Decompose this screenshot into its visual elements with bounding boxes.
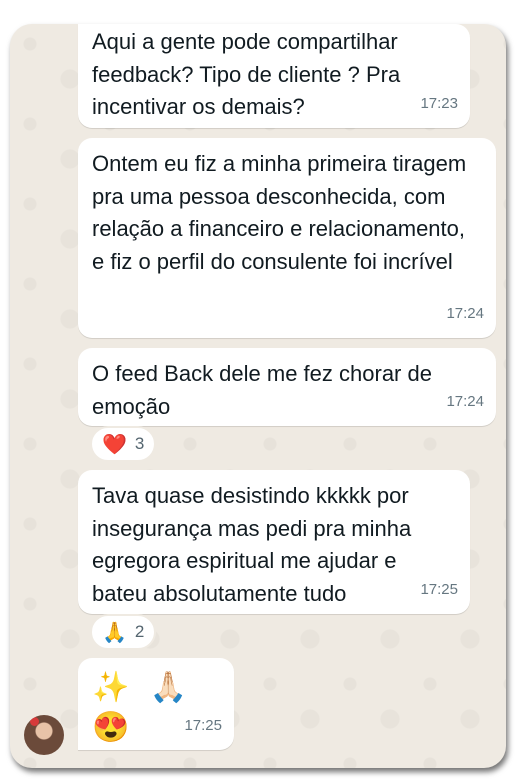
chat-window: Aqui a gente pode compartilhar feedback?… — [10, 24, 506, 768]
message-bubble[interactable]: Aqui a gente pode compartilhar feedback?… — [78, 24, 470, 128]
sender-avatar[interactable] — [24, 715, 64, 755]
message-bubble[interactable]: ✨ 🙏🏻 😍 17:25 — [78, 658, 234, 750]
reaction-count: 3 — [134, 434, 145, 453]
message-bubble[interactable]: Ontem eu fiz a minha primeira tiragem pr… — [78, 138, 496, 338]
message-time: 17:25 — [184, 716, 222, 734]
heart-reaction-icon: ❤️ — [102, 433, 127, 456]
message-text: O feed Back dele me fez chorar de emoção — [92, 361, 432, 419]
message-time: 17:24 — [446, 392, 484, 410]
message-reaction[interactable]: 🙏 2 — [90, 614, 157, 650]
message-time: 17:25 — [420, 580, 458, 598]
reaction-count: 2 — [134, 622, 145, 641]
message-reaction[interactable]: ❤️ 3 — [90, 426, 157, 462]
message-text: Ontem eu fiz a minha primeira tiragem pr… — [92, 151, 467, 274]
message-time: 17:24 — [446, 304, 484, 322]
message-text: Aqui a gente pode compartilhar feedback?… — [92, 29, 401, 119]
message-bubble[interactable]: O feed Back dele me fez chorar de emoção… — [78, 348, 496, 426]
flower-icon — [30, 717, 39, 726]
message-text: Tava quase desistindo kkkkk por insegura… — [92, 483, 412, 606]
pray-reaction-icon: 🙏 — [102, 621, 127, 644]
message-time: 17:23 — [420, 94, 458, 112]
message-bubble[interactable]: Tava quase desistindo kkkkk por insegura… — [78, 470, 470, 614]
